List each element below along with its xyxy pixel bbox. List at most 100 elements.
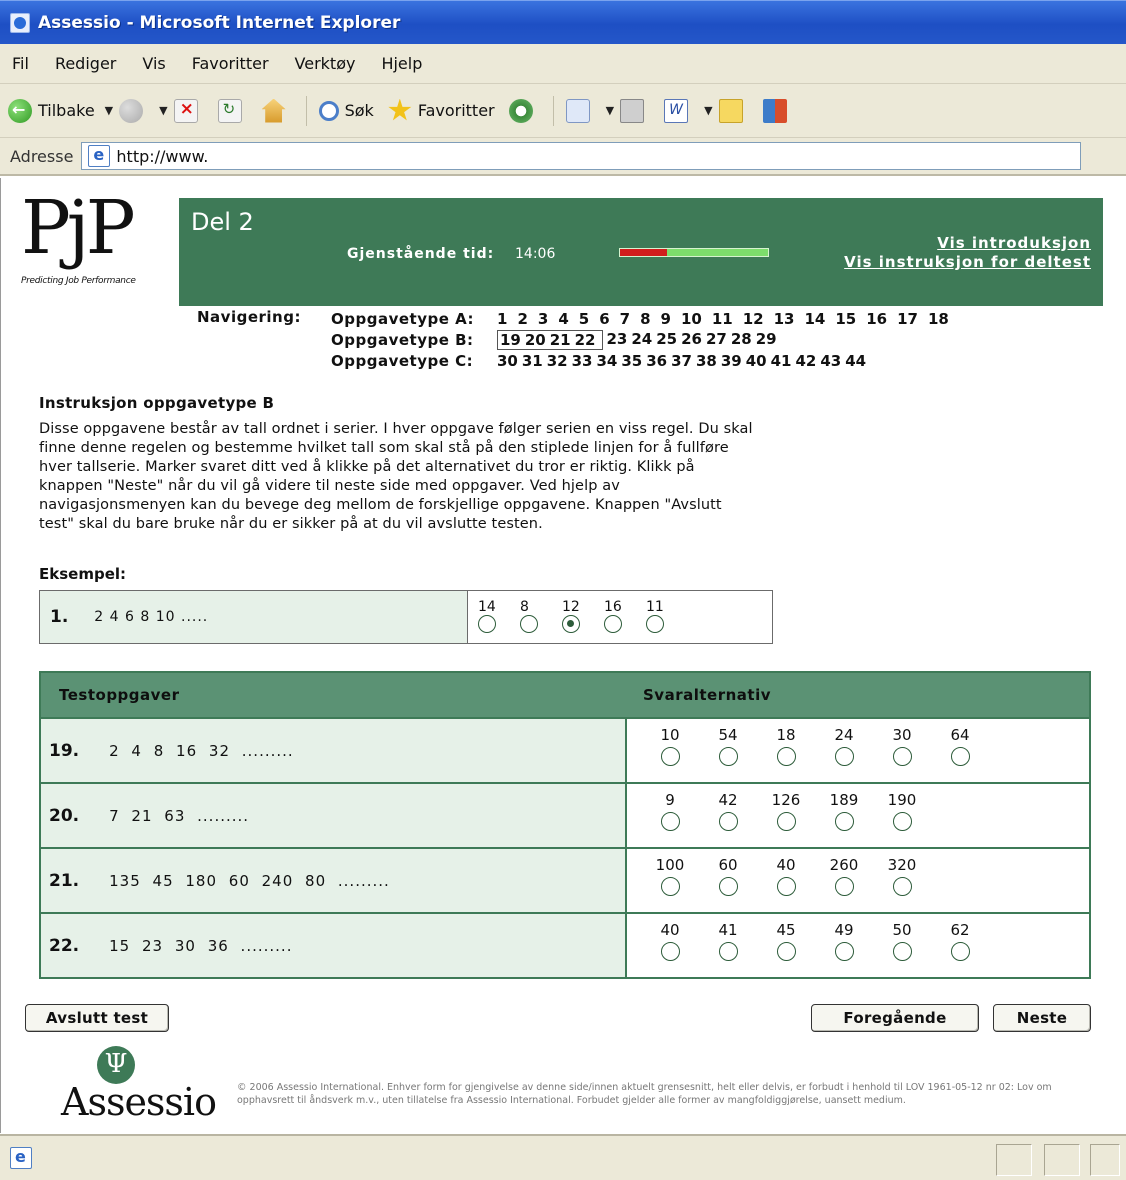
option-radio[interactable] <box>660 877 680 896</box>
menu-edit[interactable]: Rediger <box>55 54 116 73</box>
nav-task-link[interactable]: 24 <box>631 330 652 350</box>
nav-task-link[interactable]: 39 <box>721 352 742 370</box>
nav-task-link[interactable]: 1 <box>497 310 507 328</box>
option-radio[interactable] <box>604 615 622 633</box>
option-radio[interactable] <box>718 877 738 896</box>
nav-task-link[interactable]: 40 <box>746 352 767 370</box>
refresh-button[interactable] <box>217 98 248 123</box>
address-input[interactable]: http://www. <box>81 142 1082 170</box>
menu-help[interactable]: Hjelp <box>381 54 422 73</box>
forward-dropdown-icon[interactable]: ▼ <box>159 104 167 117</box>
home-button[interactable] <box>261 98 292 123</box>
show-introduction-link[interactable]: Vis introduksjon <box>844 234 1091 253</box>
option-radio[interactable] <box>892 812 912 831</box>
nav-task-link[interactable]: 5 <box>579 310 589 328</box>
option-radio[interactable] <box>660 747 680 766</box>
nav-task-link[interactable]: 22 <box>575 331 596 349</box>
previous-button[interactable]: Foregående <box>811 1004 979 1032</box>
option-radio[interactable] <box>834 747 854 766</box>
show-instructions-link[interactable]: Vis instruksjon for deltest <box>844 253 1091 272</box>
back-button[interactable]: Tilbake <box>8 98 95 123</box>
nav-task-link[interactable]: 15 <box>835 310 856 328</box>
nav-task-link[interactable]: 9 <box>661 310 671 328</box>
nav-task-link[interactable]: 34 <box>597 352 618 370</box>
nav-task-link[interactable]: 20 <box>525 331 546 349</box>
nav-task-link[interactable]: 35 <box>621 352 642 370</box>
nav-task-link[interactable]: 16 <box>866 310 887 328</box>
menu-file[interactable]: Fil <box>12 54 29 73</box>
nav-task-link[interactable]: 14 <box>804 310 825 328</box>
option-radio[interactable] <box>718 942 738 961</box>
nav-task-link[interactable]: 7 <box>620 310 630 328</box>
nav-task-link[interactable]: 43 <box>820 352 841 370</box>
mail-button[interactable] <box>565 98 596 123</box>
option-radio[interactable] <box>776 812 796 831</box>
option-radio[interactable] <box>950 942 970 961</box>
nav-task-link[interactable]: 13 <box>774 310 795 328</box>
option-radio[interactable] <box>892 747 912 766</box>
nav-task-link[interactable]: 41 <box>771 352 792 370</box>
nav-task-link[interactable]: 19 <box>500 331 521 349</box>
option-radio[interactable] <box>718 747 738 766</box>
nav-task-link[interactable]: 4 <box>558 310 568 328</box>
option-radio[interactable] <box>776 747 796 766</box>
nav-task-link[interactable]: 23 <box>607 330 628 350</box>
option-radio[interactable] <box>562 615 580 633</box>
menu-view[interactable]: Vis <box>142 54 165 73</box>
nav-task-link[interactable]: 33 <box>572 352 593 370</box>
nav-task-link[interactable]: 11 <box>712 310 733 328</box>
nav-task-link[interactable]: 32 <box>547 352 568 370</box>
nav-task-link[interactable]: 38 <box>696 352 717 370</box>
next-button[interactable]: Neste <box>993 1004 1091 1032</box>
nav-task-link[interactable]: 12 <box>743 310 764 328</box>
option-radio[interactable] <box>776 942 796 961</box>
option-radio[interactable] <box>660 812 680 831</box>
option-radio[interactable] <box>520 615 538 633</box>
nav-task-link[interactable]: 25 <box>656 330 677 350</box>
nav-task-link[interactable]: 26 <box>681 330 702 350</box>
discuss-button[interactable] <box>718 98 749 123</box>
option-radio[interactable] <box>660 942 680 961</box>
nav-task-link[interactable]: 18 <box>928 310 949 328</box>
option-radio[interactable] <box>718 812 738 831</box>
nav-task-link[interactable]: 17 <box>897 310 918 328</box>
nav-task-link[interactable]: 28 <box>731 330 752 350</box>
option-radio[interactable] <box>950 747 970 766</box>
menu-tools[interactable]: Verktøy <box>295 54 356 73</box>
option-radio[interactable] <box>646 615 664 633</box>
menu-favorites[interactable]: Favoritter <box>192 54 269 73</box>
option-radio[interactable] <box>892 942 912 961</box>
search-button[interactable]: Søk <box>318 100 374 121</box>
nav-task-link[interactable]: 37 <box>671 352 692 370</box>
nav-task-link[interactable]: 8 <box>640 310 650 328</box>
option-radio[interactable] <box>834 812 854 831</box>
nav-task-link[interactable]: 31 <box>522 352 543 370</box>
nav-task-link[interactable]: 2 <box>517 310 527 328</box>
nav-task-link[interactable]: 29 <box>756 330 777 350</box>
finish-test-button[interactable]: Avslutt test <box>25 1004 169 1032</box>
favorites-button[interactable]: Favoritter <box>388 98 495 123</box>
messenger-button[interactable] <box>762 98 793 123</box>
history-button[interactable] <box>508 98 539 123</box>
mail-dropdown-icon[interactable]: ▼ <box>606 104 614 117</box>
back-dropdown-icon[interactable]: ▼ <box>105 104 113 117</box>
nav-task-link[interactable]: 21 <box>550 331 571 349</box>
nav-task-link[interactable]: 6 <box>599 310 609 328</box>
nav-task-link[interactable]: 42 <box>796 352 817 370</box>
edit-dropdown-icon[interactable]: ▼ <box>704 104 712 117</box>
nav-task-link[interactable]: 36 <box>646 352 667 370</box>
option-radio[interactable] <box>834 942 854 961</box>
option-radio[interactable] <box>834 877 854 896</box>
nav-task-link[interactable]: 10 <box>681 310 702 328</box>
nav-task-link[interactable]: 44 <box>845 352 866 370</box>
option-radio[interactable] <box>478 615 496 633</box>
option-radio[interactable] <box>776 877 796 896</box>
nav-task-link[interactable]: 3 <box>538 310 548 328</box>
print-button[interactable] <box>620 98 650 123</box>
nav-task-link[interactable]: 30 <box>497 352 518 370</box>
edit-button[interactable] <box>664 98 694 123</box>
option-radio[interactable] <box>892 877 912 896</box>
nav-task-link[interactable]: 27 <box>706 330 727 350</box>
forward-button[interactable] <box>119 98 149 123</box>
stop-button[interactable] <box>173 98 204 123</box>
